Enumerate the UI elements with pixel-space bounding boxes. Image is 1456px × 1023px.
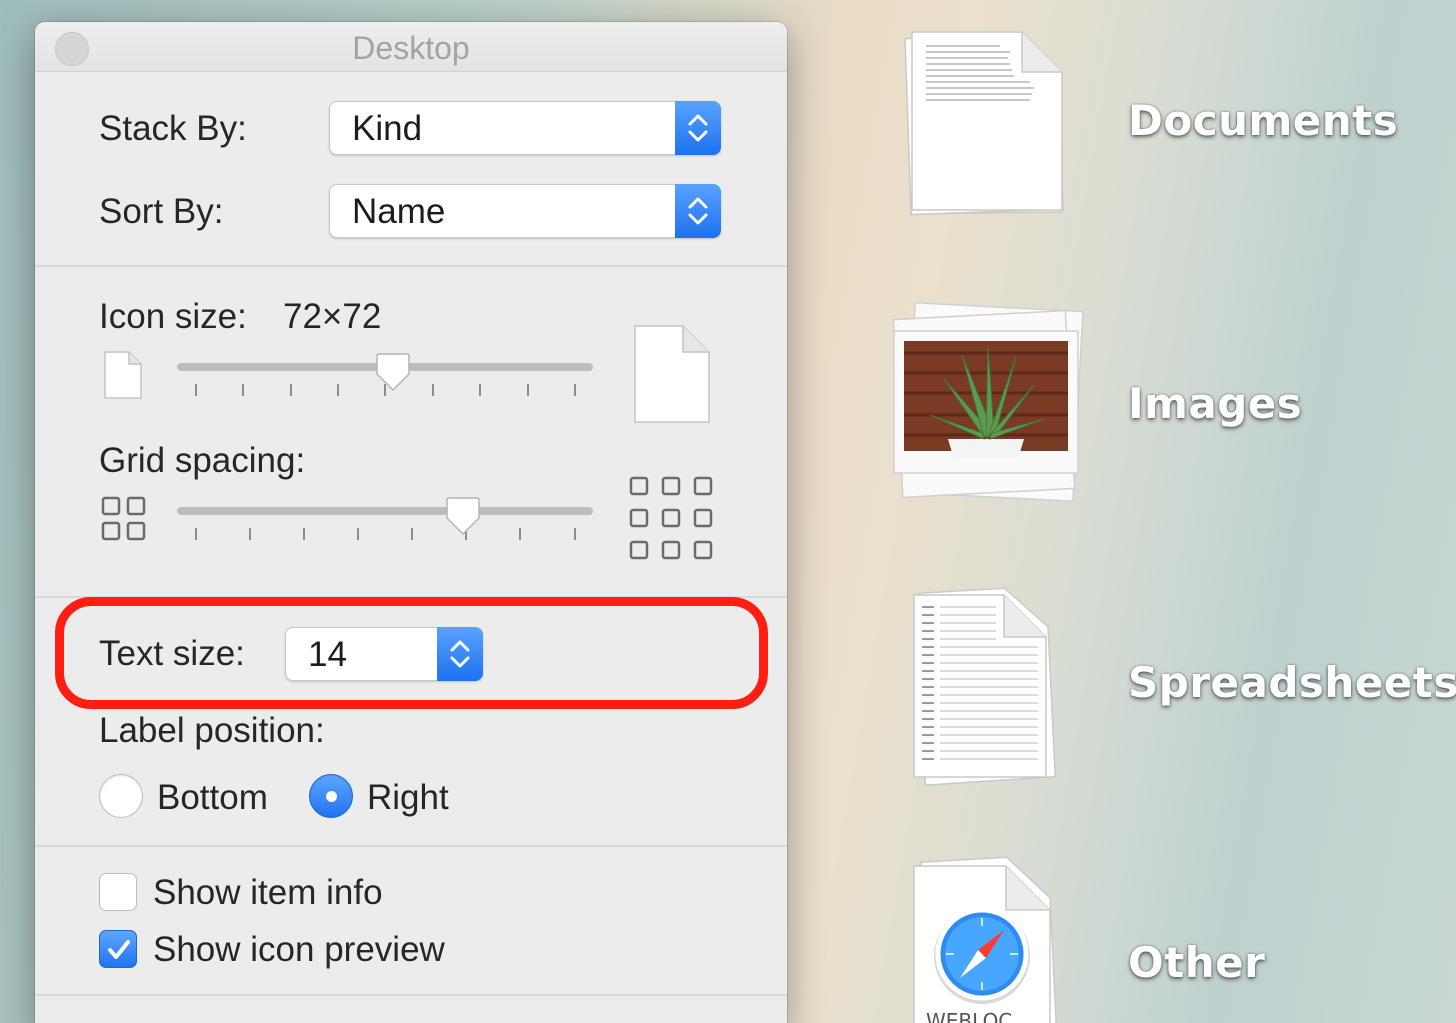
grid-spacing-label: Grid spacing: [99, 441, 306, 480]
stack-label-spreadsheets: Spreadsheets [1128, 658, 1456, 707]
sort-by-popup[interactable]: Name [329, 184, 721, 238]
slider-track [177, 507, 593, 515]
small-icon-icon [104, 351, 142, 399]
show-icon-preview-label[interactable]: Show icon preview [153, 930, 445, 970]
show-item-info-checkbox[interactable] [99, 873, 137, 911]
radio-right-label[interactable]: Right [367, 778, 449, 818]
slider-tick [357, 528, 359, 540]
slider-tick [242, 384, 244, 396]
slider-tick [303, 528, 305, 540]
stack-by-value: Kind [352, 109, 423, 148]
slider-tick [479, 384, 481, 396]
show-icon-preview-checkbox[interactable] [99, 930, 137, 968]
label-position-label: Label position: [99, 711, 325, 750]
updown-arrows-icon [437, 627, 483, 681]
stack-other[interactable]: WEBLOC Other [880, 850, 1456, 1023]
icon-size-slider[interactable] [177, 352, 595, 402]
stack-documents[interactable]: Documents [880, 0, 1456, 240]
stack-label-documents: Documents [1128, 96, 1399, 145]
sort-by-value: Name [352, 192, 446, 231]
view-options-window: Desktop Stack By: Kind Sort By: Name Ico… [35, 22, 787, 1023]
text-size-popup[interactable]: 14 [285, 627, 483, 681]
updown-arrows-icon [675, 101, 721, 155]
title-bar: Desktop [35, 22, 787, 72]
stack-images[interactable]: Images [880, 285, 1456, 525]
slider-tick [574, 384, 576, 396]
stack-spreadsheets[interactable]: Spreadsheets [880, 575, 1456, 805]
separator [35, 994, 787, 996]
sort-by-label: Sort By: [99, 192, 224, 231]
stack-label-images: Images [1128, 379, 1303, 428]
slider-tick [195, 528, 197, 540]
slider-tick [432, 384, 434, 396]
documents-stack-icon [904, 31, 1064, 216]
stack-by-label: Stack By: [99, 109, 247, 148]
wide-grid-icon [629, 476, 713, 560]
slider-knob[interactable] [445, 496, 481, 536]
svg-text:WEBLOC: WEBLOC [926, 1009, 1012, 1023]
radio-bottom-label[interactable]: Bottom [157, 778, 268, 818]
slider-tick [249, 528, 251, 540]
slider-tick [411, 528, 413, 540]
radio-right[interactable] [309, 774, 353, 818]
icon-size-label: Icon size: [99, 297, 247, 336]
images-stack-icon [892, 301, 1084, 503]
updown-arrows-icon [675, 184, 721, 238]
slider-tick [574, 528, 576, 540]
large-icon-icon [634, 325, 710, 423]
radio-bottom[interactable] [99, 774, 143, 818]
stack-by-popup[interactable]: Kind [329, 101, 721, 155]
stack-label-other: Other [1128, 938, 1266, 987]
tight-grid-icon [101, 496, 146, 541]
slider-knob[interactable] [375, 352, 411, 392]
slider-tick [527, 384, 529, 396]
slider-tick [519, 528, 521, 540]
grid-spacing-slider[interactable] [177, 496, 595, 546]
separator [35, 265, 787, 267]
slider-tick [337, 384, 339, 396]
text-size-value: 14 [308, 635, 347, 674]
text-size-label: Text size: [99, 634, 245, 673]
checkmark-icon [108, 940, 130, 959]
slider-tick [290, 384, 292, 396]
show-item-info-label[interactable]: Show item info [153, 873, 383, 913]
icon-size-value: 72×72 [283, 297, 382, 336]
window-title: Desktop [352, 30, 470, 66]
spreadsheets-stack-icon [913, 587, 1057, 786]
separator [35, 845, 787, 847]
other-stack-icon: WEBLOC [913, 856, 1058, 1023]
slider-tick [195, 384, 197, 396]
